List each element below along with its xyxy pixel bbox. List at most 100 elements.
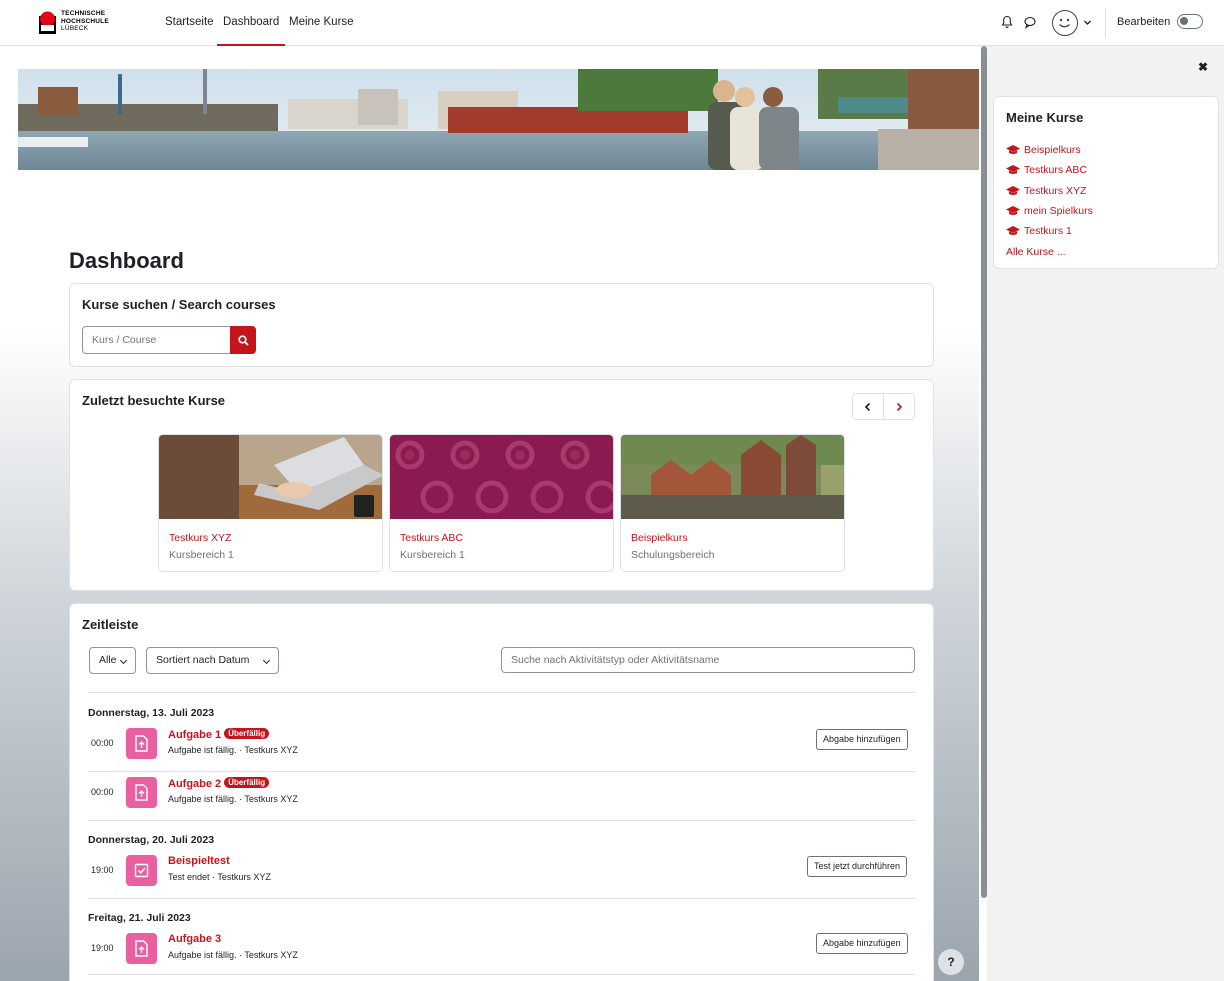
top-navbar: TECHNISCHE HOCHSCHULE LÜBECK Startseite …: [0, 0, 1224, 46]
nav-dashboard[interactable]: Dashboard: [217, 0, 286, 46]
timeline-block: Zeitleiste Alle Sortiert nach Datum Such…: [69, 603, 934, 981]
course-image: [390, 435, 613, 519]
my-course-item[interactable]: Testkurs ABC: [1006, 160, 1093, 180]
divider: [88, 974, 915, 975]
graduation-cap-icon: [1006, 185, 1020, 195]
assignment-icon: [126, 933, 157, 964]
course-search-input[interactable]: [82, 326, 230, 354]
add-submission-button[interactable]: Abgabe hinzufügen: [816, 933, 908, 954]
my-courses-block: Meine Kurse Beispielkurs Testkurs ABC Te…: [993, 96, 1219, 269]
edit-mode-toggle[interactable]: [1177, 14, 1203, 29]
timeline-item-name[interactable]: Aufgabe 1: [168, 729, 221, 741]
logo-mark-icon: [39, 11, 56, 34]
course-image: [621, 435, 844, 519]
timeline-item-name[interactable]: Aufgabe 2: [168, 778, 221, 790]
chat-icon[interactable]: [1022, 14, 1038, 30]
my-course-link[interactable]: mein Spielkurs: [1024, 204, 1093, 218]
all-courses-link[interactable]: Alle Kurse ...: [1006, 245, 1066, 259]
nav-meine-kurse[interactable]: Meine Kurse: [289, 0, 354, 46]
my-course-item[interactable]: mein Spielkurs: [1006, 201, 1093, 221]
timeline-item-time: 19:00: [91, 943, 114, 953]
timeline-item-name[interactable]: Beispieltest: [168, 855, 230, 867]
attempt-quiz-button[interactable]: Test jetzt durchführen: [807, 856, 908, 877]
my-course-link[interactable]: Testkurs 1: [1024, 224, 1072, 238]
divider: [88, 820, 915, 821]
course-image: [159, 435, 382, 519]
overdue-badge: Überfällig: [224, 777, 270, 788]
quiz-icon: [126, 855, 157, 886]
course-name[interactable]: Testkurs ABC: [400, 532, 463, 544]
my-course-link[interactable]: Testkurs ABC: [1024, 163, 1087, 177]
recent-courses-block: Zuletzt besuchte Kurse Testkurs XYZ Kurs…: [69, 379, 934, 591]
timeline-item-subtitle: Aufgabe ist fällig. · Testkurs XYZ: [168, 794, 298, 804]
help-button[interactable]: ?: [938, 949, 964, 975]
course-card[interactable]: Testkurs XYZ Kursbereich 1: [158, 434, 383, 572]
search-icon: [237, 334, 249, 346]
page-title: Dashboard: [69, 248, 184, 273]
timeline-sort-select[interactable]: Sortiert nach Datum: [146, 647, 279, 674]
course-search-button[interactable]: [230, 326, 256, 354]
timeline-date-heading: Freitag, 21. Juli 2023: [88, 912, 191, 924]
carousel-next-button[interactable]: [884, 394, 914, 419]
divider: [88, 692, 915, 693]
divider: [88, 771, 915, 772]
graduation-cap-icon: [1006, 145, 1020, 155]
all-courses-item[interactable]: Alle Kurse ...: [1006, 241, 1093, 261]
logo-line-3: LÜBECK: [61, 25, 89, 32]
course-category: Kursbereich 1: [400, 549, 465, 561]
my-courses-list: Beispielkurs Testkurs ABC Testkurs XYZ m…: [1006, 140, 1093, 262]
graduation-cap-icon: [1006, 206, 1020, 216]
overdue-badge: Überfällig: [224, 728, 270, 739]
timeline-item-title[interactable]: Aufgabe 2 Überfällig: [168, 777, 270, 790]
my-course-item[interactable]: Beispielkurs: [1006, 140, 1093, 160]
search-courses-title: Kurse suchen / Search courses: [82, 297, 276, 312]
chevron-right-icon: [896, 402, 902, 411]
my-course-item[interactable]: Testkurs XYZ: [1006, 181, 1093, 201]
course-category: Kursbereich 1: [169, 549, 234, 561]
nav-startseite[interactable]: Startseite: [165, 0, 214, 46]
carousel-controls: [852, 393, 915, 420]
my-courses-title: Meine Kurse: [1006, 110, 1084, 125]
header-banner-image: [18, 69, 979, 170]
graduation-cap-icon: [1006, 165, 1020, 175]
timeline-date-heading: Donnerstag, 13. Juli 2023: [88, 707, 215, 719]
timeline-item-time: 19:00: [91, 865, 114, 875]
university-logo[interactable]: TECHNISCHE HOCHSCHULE LÜBECK: [38, 9, 118, 37]
timeline-item-name[interactable]: Aufgabe 3: [168, 933, 221, 945]
close-drawer-icon[interactable]: ✖: [1198, 60, 1208, 74]
course-name[interactable]: Beispielkurs: [631, 532, 688, 544]
navbar-divider: [1105, 8, 1106, 38]
chevron-left-icon: [864, 402, 870, 411]
timeline-search-input[interactable]: Suche nach Aktivitätstyp oder Aktivitäts…: [501, 647, 915, 673]
timeline-item-subtitle: Aufgabe ist fällig. · Testkurs XYZ: [168, 745, 298, 755]
my-course-link[interactable]: Testkurs XYZ: [1024, 184, 1086, 198]
assignment-icon: [126, 777, 157, 808]
divider: [88, 898, 915, 899]
course-card[interactable]: Testkurs ABC Kursbereich 1: [389, 434, 614, 572]
my-course-item[interactable]: Testkurs 1: [1006, 221, 1093, 241]
timeline-item-subtitle: Test endet · Testkurs XYZ: [168, 872, 271, 882]
timeline-filter-select[interactable]: Alle: [89, 647, 136, 674]
timeline-date-heading: Donnerstag, 20. Juli 2023: [88, 834, 215, 846]
add-submission-button[interactable]: Abgabe hinzufügen: [816, 729, 908, 750]
user-avatar[interactable]: [1052, 10, 1078, 36]
course-name[interactable]: Testkurs XYZ: [169, 532, 231, 544]
graduation-cap-icon: [1006, 226, 1020, 236]
carousel-prev-button[interactable]: [853, 394, 884, 419]
bell-icon[interactable]: [999, 14, 1015, 30]
my-course-link[interactable]: Beispielkurs: [1024, 143, 1081, 157]
edit-mode-label: Bearbeiten: [1117, 16, 1171, 28]
timeline-title: Zeitleiste: [82, 617, 139, 632]
course-category: Schulungsbereich: [631, 549, 715, 561]
smiley-icon: [1059, 18, 1070, 28]
timeline-item-subtitle: Aufgabe ist fällig. · Testkurs XYZ: [168, 950, 298, 960]
timeline-item-title[interactable]: Aufgabe 1 Überfällig: [168, 728, 270, 741]
search-courses-block: Kurse suchen / Search courses: [69, 283, 934, 367]
course-card[interactable]: Beispielkurs Schulungsbereich: [620, 434, 845, 572]
timeline-item-time: 00:00: [91, 787, 114, 797]
chevron-down-icon[interactable]: [1083, 18, 1092, 27]
logo-line-1: TECHNISCHE: [61, 10, 106, 17]
logo-line-2: HOCHSCHULE: [61, 17, 109, 25]
timeline-item-time: 00:00: [91, 738, 114, 748]
recent-courses-title: Zuletzt besuchte Kurse: [82, 393, 226, 408]
